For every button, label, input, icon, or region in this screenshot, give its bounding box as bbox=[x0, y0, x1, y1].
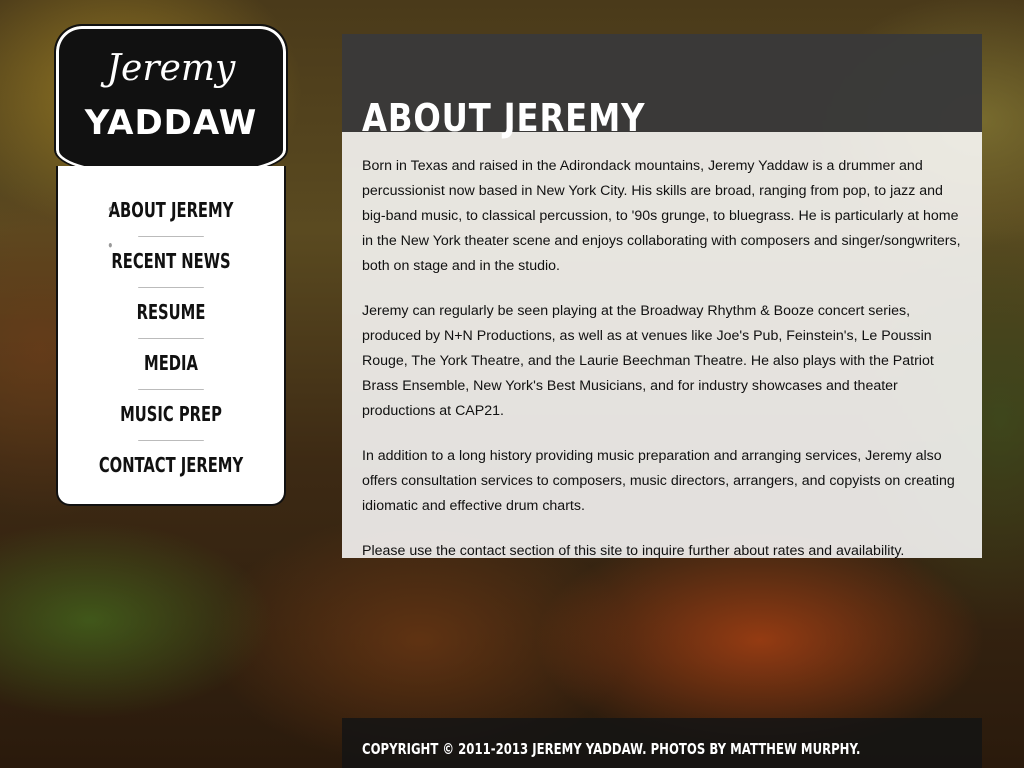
about-paragraph: Please use the contact section of this s… bbox=[362, 543, 905, 559]
site-logo[interactable]: Jeremy YADDAW bbox=[54, 24, 288, 178]
copyright-text: COPYRIGHT © 2011-2013 JEREMY YADDAW. PHO… bbox=[362, 740, 861, 758]
footer: COPYRIGHT © 2011-2013 JEREMY YADDAW. PHO… bbox=[342, 718, 982, 768]
logo-script-text: Jeremy bbox=[106, 48, 236, 89]
content-body: Born in Texas and raised in the Adironda… bbox=[362, 154, 966, 584]
about-paragraph: Born in Texas and raised in the Adironda… bbox=[362, 158, 961, 274]
nav-item-about-jeremy[interactable]: ABOUT JEREMY bbox=[70, 192, 272, 264]
about-content-panel: ABOUT JEREMY Born in Texas and raised in… bbox=[342, 34, 982, 559]
about-paragraph: In addition to a long history providing … bbox=[362, 448, 955, 514]
logo-name-text: YADDAW bbox=[84, 103, 258, 143]
about-paragraph: Jeremy can regularly be seen playing at … bbox=[362, 303, 934, 419]
nav-item-contact-jeremy[interactable]: CONTACT JEREMY bbox=[78, 447, 263, 498]
nav-item-media[interactable]: MEDIA bbox=[78, 345, 263, 396]
content-header: ABOUT JEREMY bbox=[342, 34, 982, 140]
nav-item-recent-news[interactable]: RECENT NEWS bbox=[78, 243, 263, 294]
nav-item-resume[interactable]: RESUME bbox=[78, 294, 263, 345]
nav-panel: Jeremy YADDAW ABOUT JEREMY RECENT NEWS R… bbox=[54, 24, 288, 506]
nav-item-music-prep[interactable]: MUSIC PREP bbox=[78, 396, 263, 447]
page-title: ABOUT JEREMY bbox=[362, 96, 646, 140]
main-nav: ABOUT JEREMY RECENT NEWS RESUME MEDIA MU… bbox=[56, 166, 286, 506]
